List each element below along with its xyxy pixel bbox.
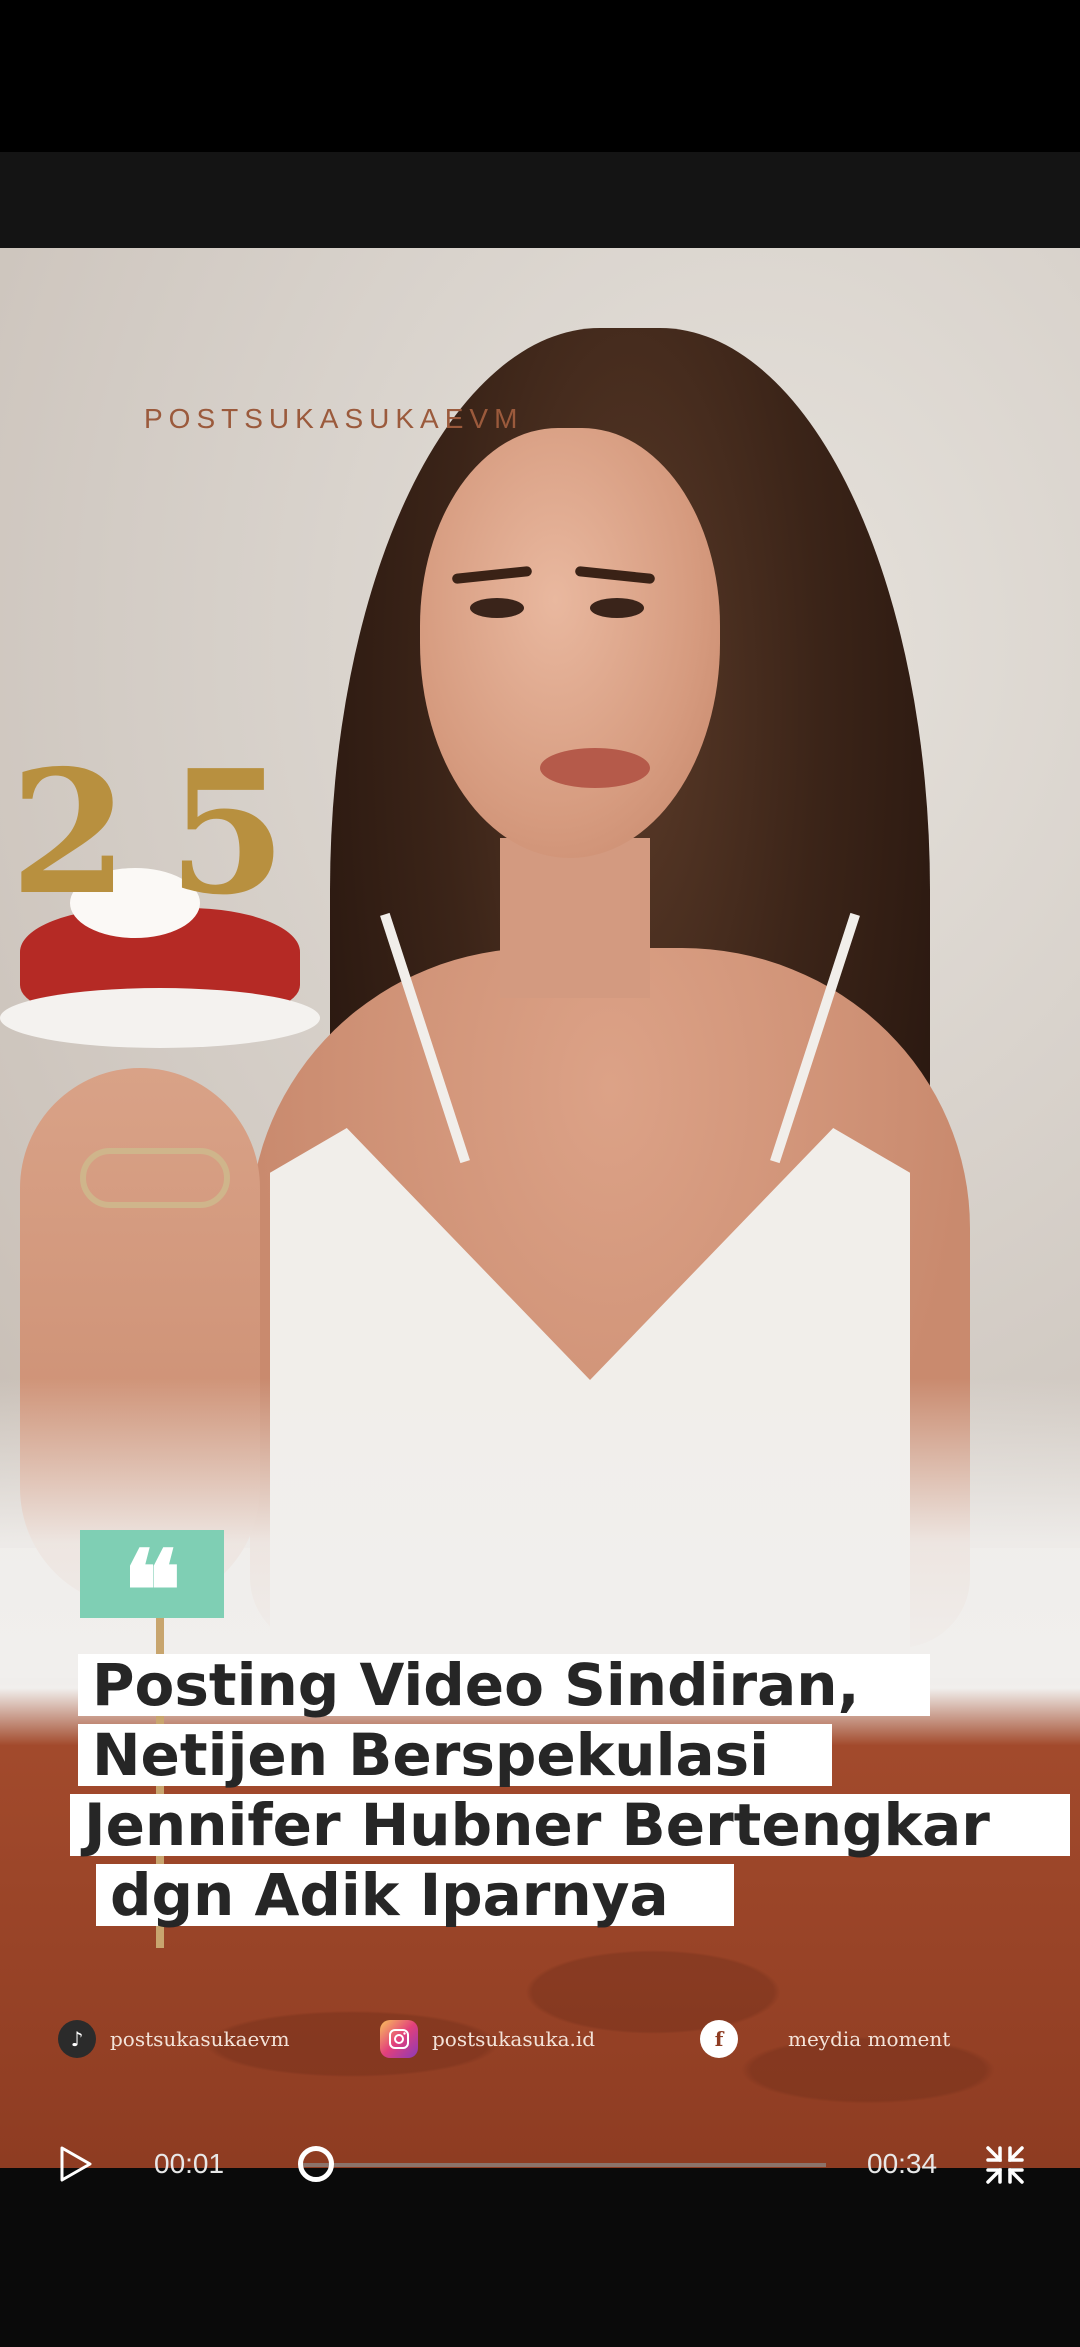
candle-digit-2: 2	[10, 733, 129, 933]
left-eye	[470, 598, 524, 618]
watermark-text: POSTSUKASUKAEVM	[144, 403, 524, 434]
lips	[540, 748, 650, 788]
tiktok-handle: postsukasukaevm	[110, 2027, 290, 2051]
current-time: 00:01	[154, 2148, 225, 2179]
status-bar-area	[0, 0, 1080, 152]
neck	[500, 838, 650, 998]
instagram-handle: postsukasuka.id	[432, 2027, 596, 2051]
exit-fullscreen-button[interactable]	[984, 2144, 1026, 2186]
facebook-icon: f	[700, 2020, 738, 2058]
social-tiktok: ♪ postsukasukaevm	[58, 2019, 290, 2059]
social-facebook: f meydia moment	[700, 2019, 950, 2059]
headline-line-1: Posting Video Sindiran,	[78, 1654, 930, 1716]
headline-line-4: dgn Adik Iparnya	[96, 1864, 734, 1926]
seek-thumb[interactable]	[297, 2146, 334, 2182]
player-controls: 00:01 00:34	[0, 2130, 1080, 2200]
social-instagram: postsukasuka.id	[380, 2019, 595, 2059]
play-icon	[60, 2146, 92, 2182]
instagram-icon	[380, 2020, 418, 2058]
plate	[0, 988, 320, 1048]
candle-digit-5: 5	[168, 733, 287, 933]
quote-icon: ❝	[80, 1530, 224, 1651]
letterbox-band	[0, 152, 1080, 248]
video-frame[interactable]: 2 5 POSTSUKASUKAEVM ❝ Posting Video Sind…	[0, 248, 1080, 2168]
headline-line-2: Netijen Berspekulasi	[78, 1724, 832, 1786]
duration: 00:34	[867, 2148, 938, 2179]
headline-line-3: Jennifer Hubner Bertengkar	[70, 1794, 1070, 1856]
facebook-handle: meydia moment	[788, 2027, 951, 2051]
exit-fullscreen-icon	[986, 2146, 1024, 2184]
tiktok-icon: ♪	[58, 2020, 96, 2058]
seek-bar[interactable]	[300, 2163, 826, 2167]
bracelet	[80, 1148, 230, 1208]
right-eye	[590, 598, 644, 618]
play-button[interactable]	[56, 2144, 96, 2184]
face	[420, 428, 720, 858]
